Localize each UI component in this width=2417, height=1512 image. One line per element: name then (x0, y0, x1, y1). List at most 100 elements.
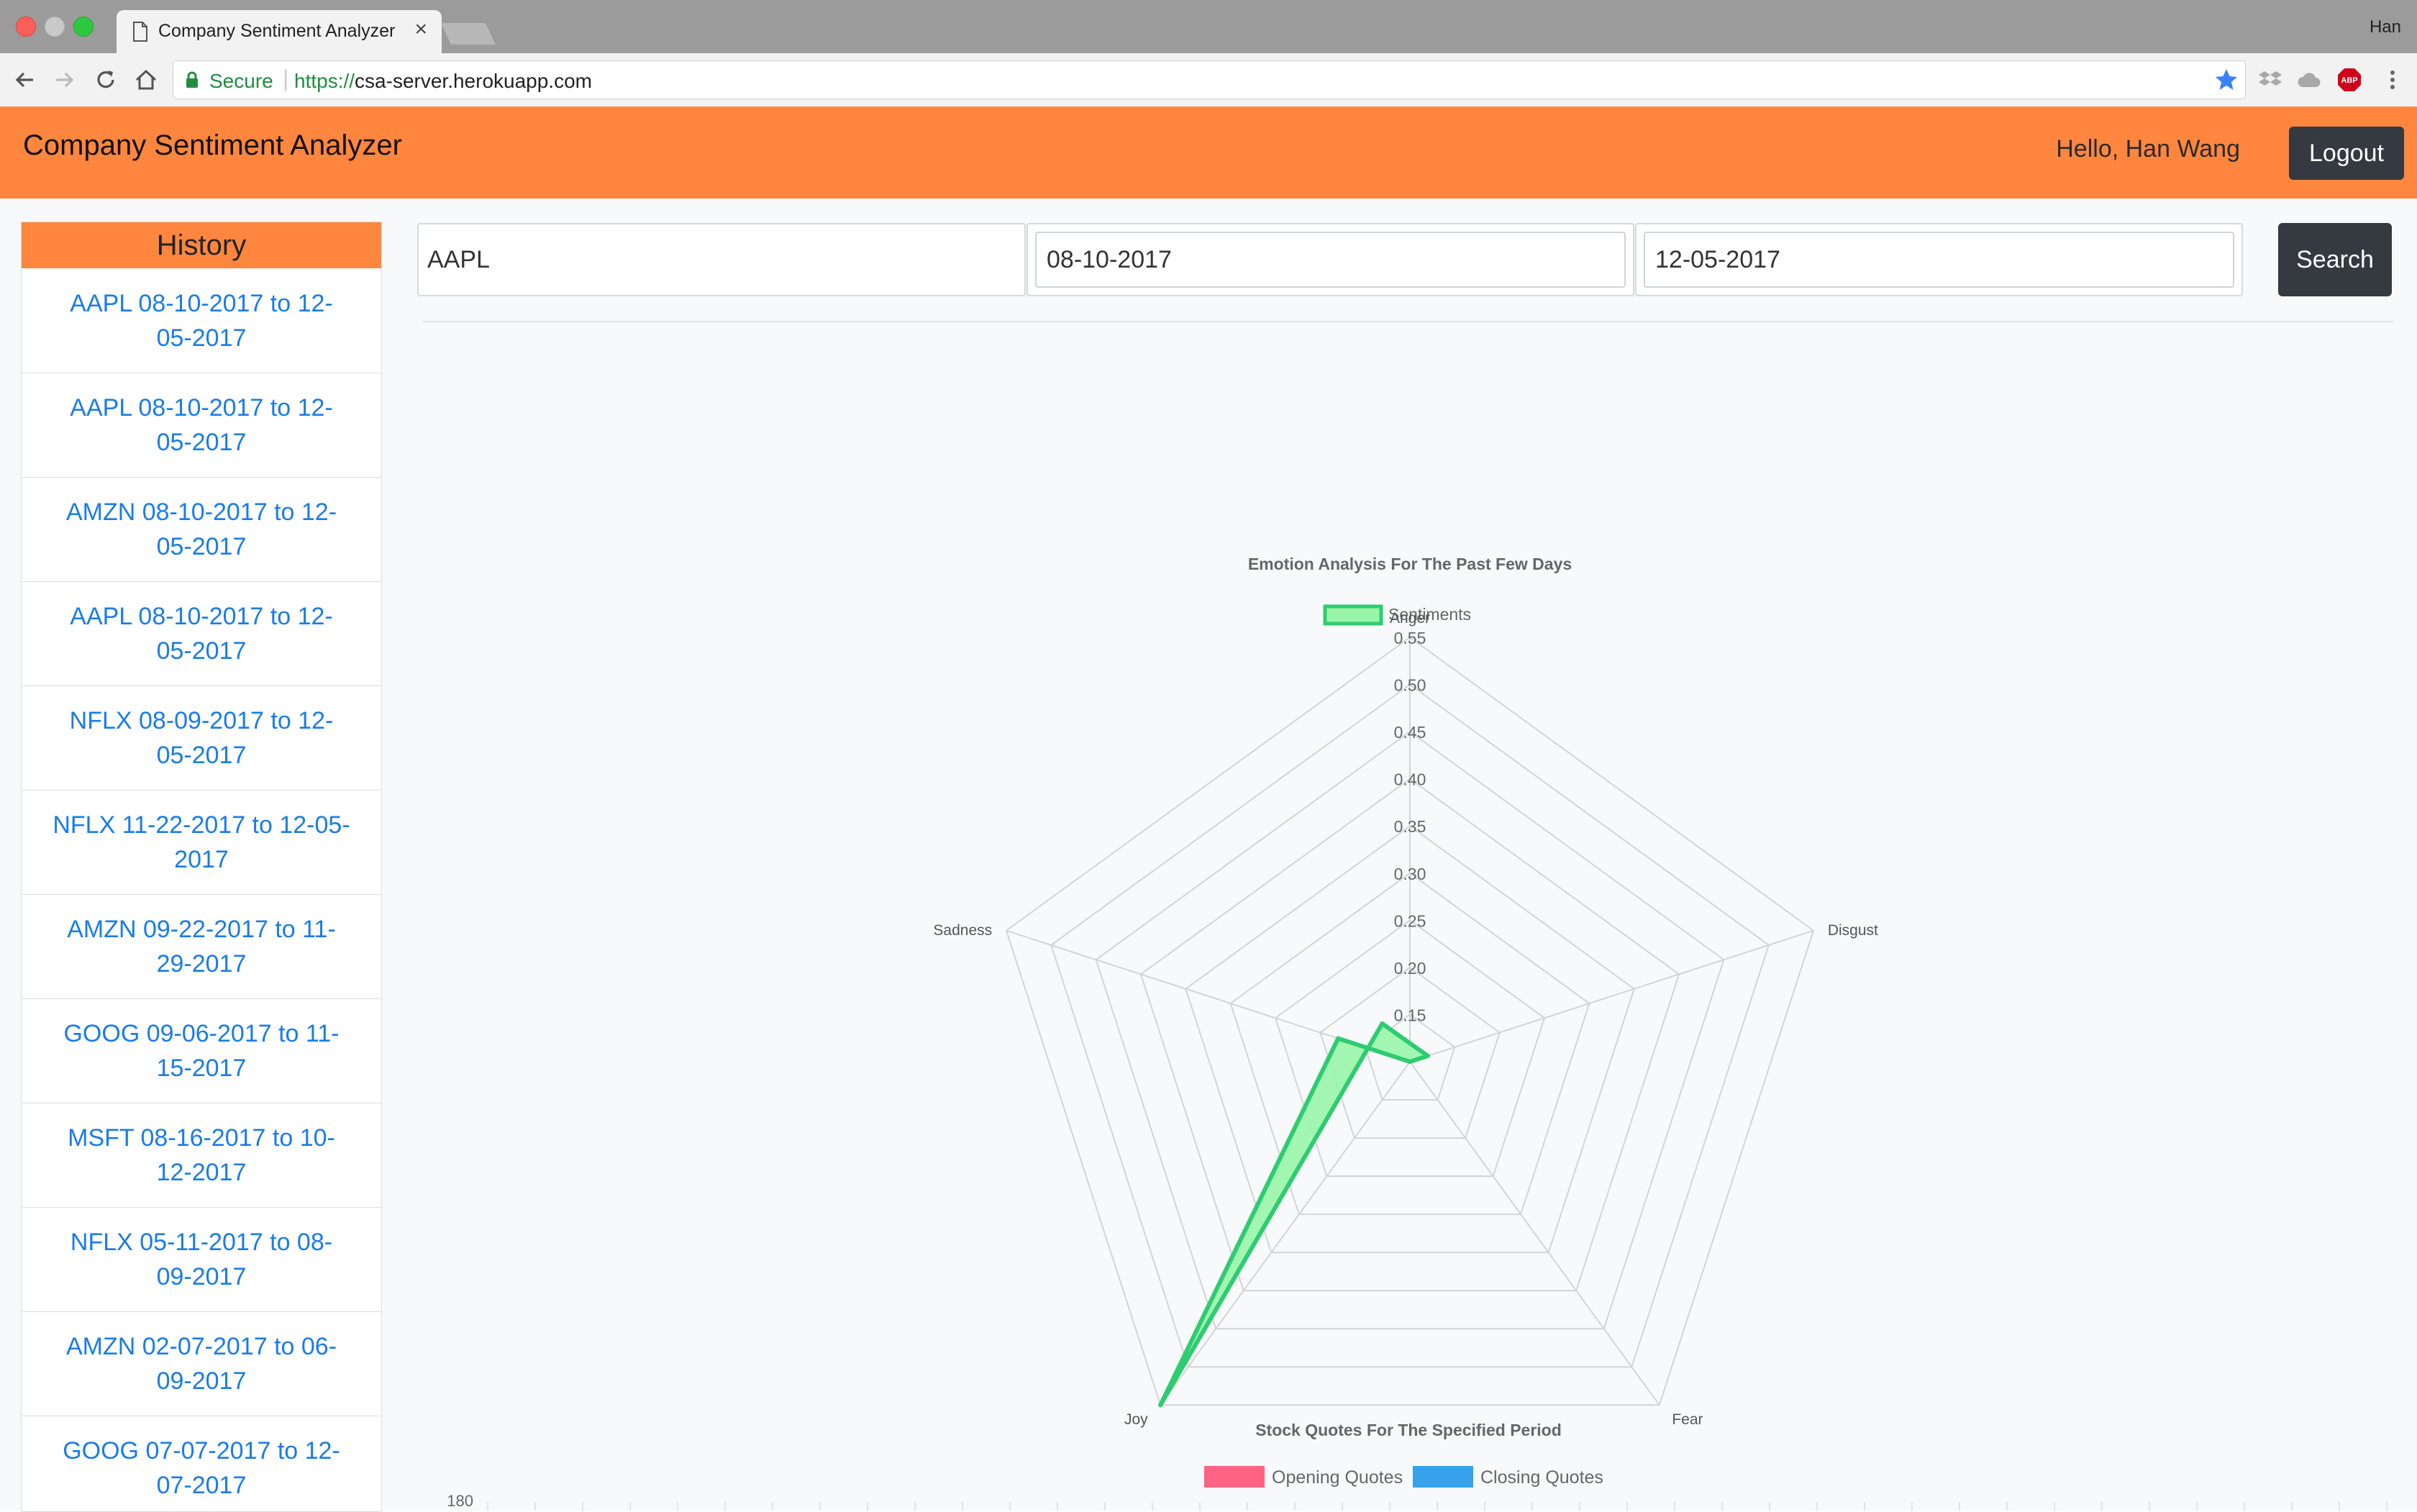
forward-arrow-icon[interactable] (50, 66, 78, 94)
history-item-line2: 12-2017 (156, 1159, 247, 1186)
history-item-line2: 2017 (174, 846, 229, 873)
history-item-line2: 05-2017 (156, 637, 247, 665)
legend-swatch-opening-quotes (1204, 1466, 1265, 1488)
radar-spoke (1409, 929, 1814, 1062)
history-item-line2: 15-2017 (156, 1055, 247, 1082)
history-item[interactable]: AMZN 08-10-2017 to 12- 05-2017 (22, 477, 381, 581)
cloud-icon[interactable] (2296, 67, 2322, 93)
radar-tick-label: 0.55 (1394, 629, 1426, 647)
history-item[interactable]: MSFT 08-16-2017 to 10- 12-2017 (22, 1103, 381, 1207)
start-date-input[interactable] (1037, 233, 1624, 286)
history-item[interactable]: AMZN 02-07-2017 to 06- 09-2017 (22, 1311, 381, 1416)
browser-toolbar: Secure | https://csa-server.herokuapp.co… (0, 53, 2417, 107)
url-text[interactable]: https://csa-server.herokuapp.com (294, 70, 592, 93)
legend-swatch-closing-quotes (1413, 1466, 1473, 1488)
radar-point (1408, 1060, 1412, 1064)
history-item-label: AMZN 08-10-2017 to 12- 05-2017 (66, 495, 337, 564)
history-item-line1: GOOG 07-07-2017 to 12- (63, 1437, 340, 1465)
history-item-line1: AAPL 08-10-2017 to 12- (70, 394, 333, 422)
history-item[interactable]: NFLX 05-11-2017 to 08- 09-2017 (22, 1207, 381, 1311)
history-title: History (22, 222, 381, 268)
history-item-line2: 29-2017 (156, 950, 247, 978)
url-separator: | (283, 65, 289, 91)
radar-title: Emotion Analysis For The Past Few Days (1248, 555, 1572, 573)
radar-tick-label: 0.15 (1394, 1006, 1426, 1024)
browser-tab-active[interactable]: Company Sentiment Analyzer × (117, 10, 442, 53)
radar-spoke (1409, 1061, 1660, 1406)
history-item-label: AAPL 08-10-2017 to 12- 05-2017 (70, 286, 332, 355)
history-item[interactable]: NFLX 11-22-2017 to 12-05- 2017 (22, 790, 381, 894)
end-date-input[interactable] (1645, 233, 2233, 286)
radar-point (1425, 1053, 1430, 1058)
start-date-box[interactable] (1035, 232, 1626, 288)
radar-axis-label-disgust: Disgust (1828, 922, 1878, 939)
adblock-icon[interactable]: ABP (2336, 67, 2362, 93)
history-panel: History AAPL 08-10-2017 to 12- 05-2017 AAP… (21, 222, 382, 1512)
history-item-line1: NFLX 11-22-2017 to 12-05- (53, 811, 350, 839)
home-icon[interactable] (132, 66, 160, 94)
history-item[interactable]: AAPL 08-10-2017 to 12- 05-2017 (22, 581, 381, 686)
history-item-line1: AAPL 08-10-2017 to 12- (70, 603, 333, 630)
address-bar[interactable]: Secure | https://csa-server.herokuapp.co… (173, 60, 2246, 99)
browser-titlebar: Company Sentiment Analyzer × Han (0, 0, 2417, 53)
minimize-window-button[interactable] (45, 17, 65, 37)
dropbox-icon[interactable] (2257, 67, 2283, 93)
search-button[interactable]: Search (2278, 223, 2392, 296)
content-divider (423, 321, 2394, 322)
history-item-line2: 05-2017 (156, 533, 247, 560)
history-item-line1: GOOG 09-06-2017 to 11- (63, 1020, 340, 1047)
stock-chart-title: Stock Quotes For The Specified Period (1255, 1421, 1562, 1439)
url-host: csa-server.herokuapp.com (355, 70, 592, 92)
emotion-radar-chart: Emotion Analysis For The Past Few DaysSe… (933, 555, 1878, 1428)
start-date-field (1027, 223, 1634, 296)
stock-quotes-chart: Stock Quotes For The Specified Period Ope… (447, 1421, 2388, 1511)
browser-profile-name[interactable]: Han (2370, 17, 2401, 37)
user-greeting: Hello, Han Wang (2056, 135, 2240, 163)
app-brand[interactable]: Company Sentiment Analyzer (23, 129, 402, 162)
ticker-field[interactable] (417, 223, 1026, 296)
close-window-button[interactable] (16, 17, 36, 37)
history-item[interactable]: GOOG 09-06-2017 to 11- 15-2017 (22, 998, 381, 1103)
history-item-line1: NFLX 08-09-2017 to 12- (69, 707, 334, 734)
radar-axis-label-sadness: Sadness (933, 922, 992, 939)
radar-axis-label-anger: Anger (1390, 610, 1430, 627)
history-item-label: MSFT 08-16-2017 to 10- 12-2017 (68, 1121, 335, 1190)
history-item[interactable]: NFLX 08-09-2017 to 12- 05-2017 (22, 686, 381, 790)
logout-button[interactable]: Logout (2289, 127, 2404, 180)
history-item[interactable]: GOOG 07-07-2017 to 12- 07-2017 (22, 1416, 381, 1511)
ticker-input[interactable] (419, 224, 1024, 295)
history-item-label: GOOG 07-07-2017 to 12- 07-2017 (63, 1434, 340, 1503)
radar-spoke (1160, 1061, 1411, 1406)
history-item-line2: 07-2017 (156, 1472, 247, 1499)
history-item[interactable]: AAPL 08-10-2017 to 12- 05-2017 (22, 268, 381, 373)
radar-tick-label: 0.35 (1394, 817, 1426, 836)
history-item-line2: 09-2017 (156, 1367, 247, 1395)
tab-close-icon[interactable]: × (414, 19, 427, 40)
radar-tick-label: 0.40 (1394, 770, 1426, 789)
history-item[interactable]: AAPL 08-10-2017 to 12- 05-2017 (22, 373, 381, 477)
radar-tick-label: 0.45 (1394, 723, 1426, 742)
back-arrow-icon[interactable] (12, 66, 39, 94)
radar-tick-label: 0.25 (1394, 911, 1426, 930)
zoom-window-button[interactable] (73, 17, 94, 37)
end-date-field (1635, 223, 2243, 296)
page-icon (133, 22, 147, 42)
radar-point (1380, 1021, 1385, 1026)
legend-label-closing-quotes: Closing Quotes (1480, 1467, 1603, 1488)
history-item-label: AMZN 02-07-2017 to 06- 09-2017 (66, 1329, 337, 1398)
menu-icon[interactable] (2380, 67, 2405, 93)
lock-icon (186, 71, 198, 88)
stock-y-tick-label: 180 (447, 1492, 473, 1510)
bookmark-star-icon[interactable] (2213, 67, 2239, 93)
history-item-line1: AMZN 08-10-2017 to 12- (65, 498, 337, 526)
new-tab-button[interactable] (441, 23, 496, 45)
end-date-box[interactable] (1644, 232, 2234, 288)
secure-label: Secure (209, 70, 273, 92)
history-item[interactable]: AMZN 09-22-2017 to 11- 29-2017 (22, 894, 381, 998)
history-item-label: NFLX 05-11-2017 to 08- 09-2017 (70, 1225, 332, 1294)
history-item-line1: AAPL 08-10-2017 to 12- (70, 289, 333, 317)
radar-point (1336, 1036, 1341, 1041)
history-item-line1: MSFT 08-16-2017 to 10- (68, 1124, 335, 1152)
reload-icon[interactable] (92, 66, 119, 94)
adblock-label: ABP (2341, 76, 2357, 85)
